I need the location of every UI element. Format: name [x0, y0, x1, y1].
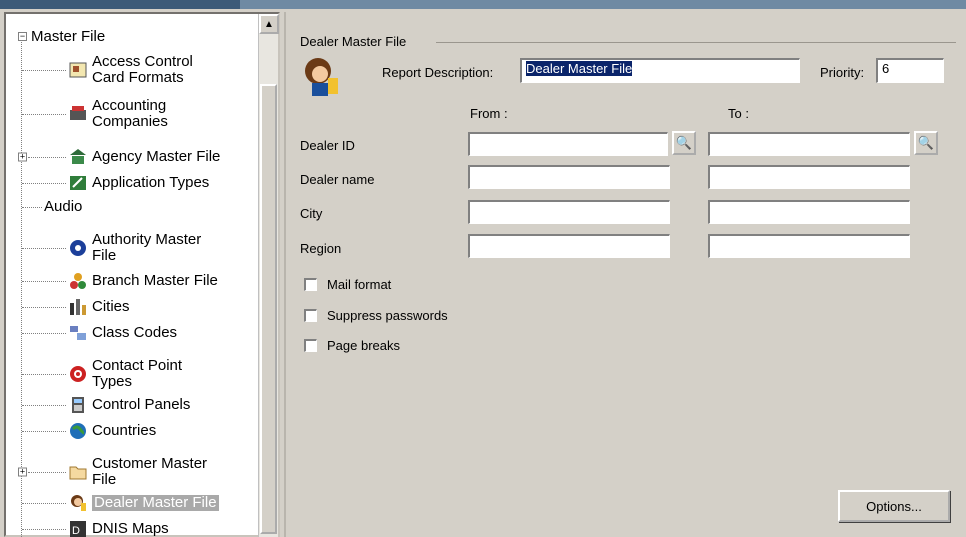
- to-label: To :: [728, 106, 749, 121]
- tree-root-label: Master File: [31, 28, 106, 45]
- tree-item-label: Branch Master File: [92, 272, 218, 289]
- tree-item-contact-point[interactable]: Contact Point Types: [22, 357, 183, 390]
- agency-icon: [66, 146, 90, 168]
- class-codes-icon: [66, 322, 90, 344]
- tree-item-branch[interactable]: Branch Master File: [22, 270, 218, 292]
- tree-item-accounting[interactable]: Accounting Companies: [22, 97, 168, 130]
- tree-view: − Master File Access Control Card Format…: [6, 14, 258, 537]
- tree-item-control-panels[interactable]: Control Panels: [22, 394, 191, 416]
- tree-item-audio[interactable]: Audio: [22, 199, 82, 215]
- dealer-name-to-input[interactable]: [708, 165, 910, 189]
- accounting-icon: [66, 103, 90, 125]
- tree-item-authority[interactable]: Authority Master File: [22, 231, 202, 264]
- tree-item-label: Authority Master File: [92, 231, 202, 264]
- mail-format-label: Mail format: [327, 277, 392, 292]
- tree-item-dealer[interactable]: Dealer Master File: [22, 492, 219, 514]
- dnis-icon: D: [66, 518, 90, 537]
- tree-item-label: Audio: [44, 198, 83, 215]
- tree-item-application-types[interactable]: Application Types: [22, 172, 210, 194]
- priority-label: Priority:: [820, 65, 865, 80]
- tree-item-access-control[interactable]: Access Control Card Formats: [22, 53, 193, 86]
- dealer-report-icon: [302, 56, 340, 98]
- report-options-panel: Dealer Master File Report Description: D…: [284, 12, 966, 537]
- tree-item-label: Customer Master File: [92, 455, 208, 488]
- branch-icon: [66, 270, 90, 292]
- tree-item-label: Cities: [92, 298, 130, 315]
- checkbox-box[interactable]: [304, 278, 317, 291]
- tree-item-cities[interactable]: Cities: [22, 296, 130, 318]
- scroll-up-arrow-icon[interactable]: ▲: [259, 14, 279, 34]
- tree-item-label: Application Types: [92, 174, 210, 191]
- tree-root-master-file[interactable]: − Master File: [18, 28, 105, 45]
- expand-icon[interactable]: +: [18, 152, 27, 162]
- scroll-thumb[interactable]: [260, 84, 277, 534]
- dealer-id-from-input[interactable]: [468, 132, 668, 156]
- authority-icon: [66, 237, 90, 259]
- cities-icon: [66, 296, 90, 318]
- dealer-id-to-search-icon[interactable]: 🔍: [914, 131, 938, 155]
- tree-item-label: Control Panels: [92, 396, 191, 413]
- dealer-id-label: Dealer ID: [300, 138, 355, 153]
- report-description-input[interactable]: Dealer Master File: [520, 58, 800, 83]
- region-label: Region: [300, 241, 342, 256]
- priority-input[interactable]: 6: [876, 58, 944, 83]
- folder-icon: [66, 461, 90, 483]
- suppress-passwords-label: Suppress passwords: [327, 308, 448, 323]
- dealer-id-to-input[interactable]: [708, 132, 910, 156]
- suppress-passwords-checkbox[interactable]: Suppress passwords: [304, 308, 448, 323]
- tree-item-label: DNIS Maps: [92, 520, 169, 537]
- region-from-input[interactable]: [468, 234, 670, 258]
- from-label: From :: [470, 106, 508, 121]
- tree-item-customer[interactable]: + Customer Master File: [18, 455, 208, 488]
- svg-text:D: D: [72, 525, 80, 537]
- tree-item-class-codes[interactable]: Class Codes: [22, 322, 178, 344]
- group-divider: [436, 42, 956, 43]
- checkbox-box[interactable]: [304, 309, 317, 322]
- city-label: City: [300, 206, 323, 221]
- report-description-label: Report Description:: [382, 65, 494, 80]
- mail-format-checkbox[interactable]: Mail format: [304, 277, 391, 292]
- group-title: Dealer Master File: [300, 34, 407, 49]
- dealer-icon: [66, 492, 90, 514]
- master-file-tree-panel: − Master File Access Control Card Format…: [4, 12, 280, 537]
- contact-point-icon: [66, 363, 90, 385]
- region-to-input[interactable]: [708, 234, 910, 258]
- collapse-icon[interactable]: −: [18, 32, 27, 41]
- expand-icon[interactable]: +: [18, 467, 27, 477]
- card-format-icon: [66, 59, 90, 81]
- tree-item-dnis-maps[interactable]: D DNIS Maps: [22, 518, 169, 537]
- city-from-input[interactable]: [468, 200, 670, 224]
- tree-item-label: Countries: [92, 422, 157, 439]
- page-breaks-label: Page breaks: [327, 338, 400, 353]
- city-to-input[interactable]: [708, 200, 910, 224]
- options-button[interactable]: Options...: [838, 490, 950, 522]
- tree-guide-line: [21, 42, 22, 537]
- tree-item-label: Accounting Companies: [92, 97, 168, 130]
- application-icon: [66, 172, 90, 194]
- checkbox-box[interactable]: [304, 339, 317, 352]
- globe-icon: [66, 420, 90, 442]
- window-top-bar-highlight: [240, 0, 966, 9]
- dealer-name-from-input[interactable]: [468, 165, 670, 189]
- tree-item-label: Access Control Card Formats: [92, 53, 193, 86]
- tree-item-countries[interactable]: Countries: [22, 420, 157, 442]
- tree-item-label: Contact Point Types: [92, 357, 183, 390]
- dealer-id-from-search-icon[interactable]: 🔍: [672, 131, 696, 155]
- tree-item-agency[interactable]: + Agency Master File: [18, 146, 221, 168]
- tree-item-label: Dealer Master File: [92, 494, 219, 511]
- control-panel-icon: [66, 394, 90, 416]
- dealer-name-label: Dealer name: [300, 172, 375, 187]
- tree-item-label: Agency Master File: [92, 148, 221, 165]
- tree-item-label: Class Codes: [92, 324, 178, 341]
- tree-scrollbar[interactable]: ▲: [258, 14, 279, 537]
- page-breaks-checkbox[interactable]: Page breaks: [304, 338, 400, 353]
